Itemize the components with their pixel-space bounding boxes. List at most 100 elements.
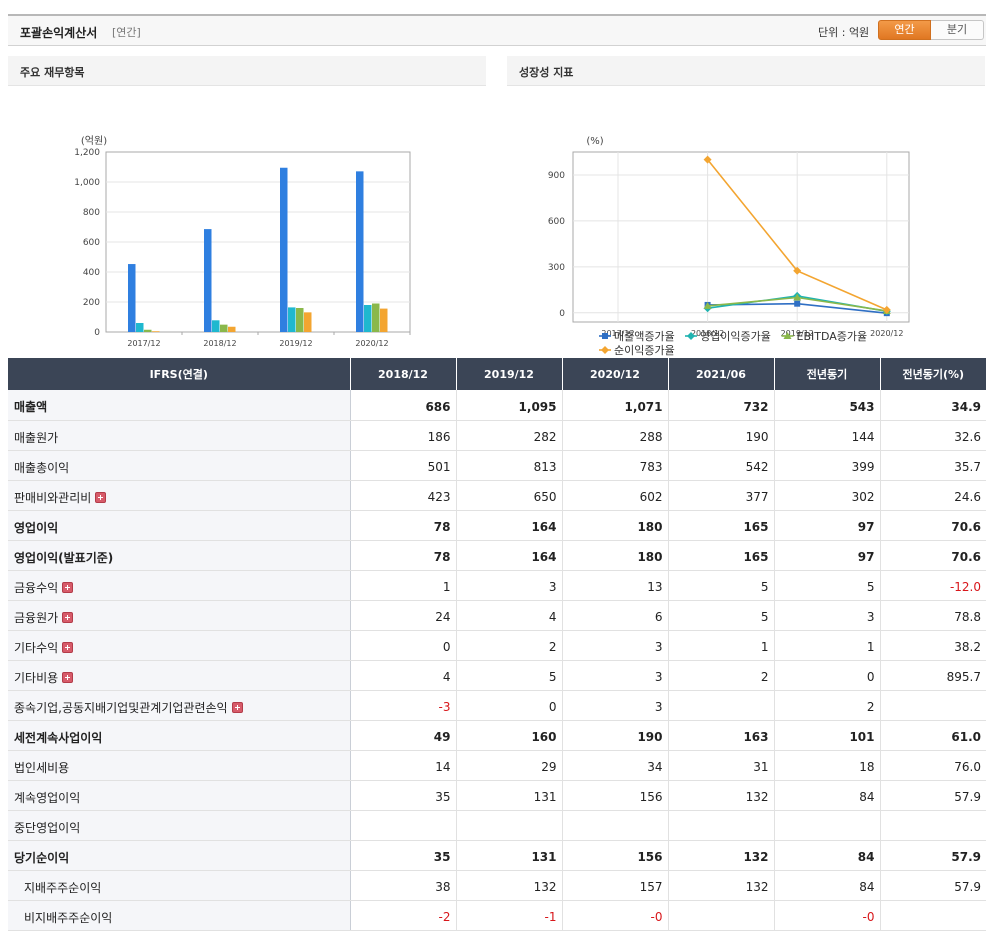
header-ifrs: IFRS(연결) [8, 358, 351, 390]
table-cell: 1,095 [456, 390, 563, 421]
quarterly-button[interactable]: 분기 [931, 20, 984, 40]
x-tick-label: 2018/12 [203, 339, 236, 348]
bar-2-0 [144, 329, 152, 332]
bar-3-3 [380, 308, 388, 332]
y-tick-label: 300 [548, 263, 565, 273]
table-cell: 144 [774, 420, 881, 451]
bar-2-2 [296, 308, 304, 332]
table-cell: 3 [562, 660, 669, 691]
table-cell: 1 [350, 570, 457, 601]
bar-2-1 [220, 324, 228, 332]
statement-title: 포괄손익계산서 [20, 26, 98, 40]
point-0-1 [794, 300, 801, 307]
table-cell: 61.0 [880, 719, 986, 751]
period-toggle: 연간 분기 [878, 20, 984, 40]
x-tick-label: 2020/12 [870, 329, 903, 338]
table-row: 종속기업,공동지배기업및관계기업관련손익 -3 0 3 2 [8, 690, 986, 721]
y-tick-label: 800 [83, 208, 100, 218]
table-cell: 131 [456, 780, 563, 811]
table-cell: 1 [774, 630, 881, 661]
table-cell: -3 [350, 690, 457, 721]
table-cell: 1 [668, 630, 775, 661]
header-2018[interactable]: 2018/12 [350, 358, 457, 390]
table-cell: 164 [456, 540, 563, 571]
table-cell: 132 [668, 870, 775, 901]
annual-button[interactable]: 연간 [878, 20, 931, 40]
y-tick-label: 0 [559, 309, 565, 319]
row-label: 판매비와관리비 [8, 480, 351, 511]
table-row: 영업이익(발표기준) 78 164 180 165 97 70.6 [8, 540, 986, 571]
table-cell: 0 [350, 630, 457, 661]
legend-marker [601, 346, 609, 354]
table-cell: 97 [774, 509, 881, 541]
y-axis-label: (%) [586, 136, 603, 147]
table-cell: 70.6 [880, 509, 986, 541]
row-label: 영업이익(발표기준) [8, 540, 351, 571]
row-label-text: 영업이익 [14, 520, 59, 535]
row-label-text: 매출원가 [14, 430, 59, 445]
y-tick-label: 0 [94, 328, 100, 338]
bar-0-2 [280, 167, 288, 332]
legend-label: 매출액증가율 [614, 330, 675, 343]
header-prev-period: 전년동기 [774, 358, 881, 390]
table-cell: 34.9 [880, 390, 986, 421]
table-cell: 4 [456, 600, 563, 631]
y-tick-label: 600 [83, 238, 100, 248]
table-cell [880, 690, 986, 721]
header-2021-06[interactable]: 2021/06 [668, 358, 775, 390]
table-cell: 57.9 [880, 839, 986, 871]
table-row: 지배주주순이익 38 132 157 132 84 57.9 [8, 870, 986, 901]
table-cell: 0 [456, 690, 563, 721]
growth-indicators-panel: 성장성 지표 0 300 600 900 2017/12 2018/12 2019/12 20… [507, 56, 985, 357]
legend-marker [602, 333, 608, 339]
expand-plus-icon[interactable] [62, 671, 74, 683]
table-cell: 3 [456, 570, 563, 601]
header-2019[interactable]: 2019/12 [456, 358, 563, 390]
row-label: 영업이익 [8, 509, 351, 541]
table-cell: 38.2 [880, 630, 986, 661]
table-cell: 543 [774, 390, 881, 421]
bar-0-0 [128, 264, 136, 332]
bar-1-1 [212, 320, 220, 332]
table-cell: 190 [562, 719, 669, 751]
table-cell: 2 [456, 630, 563, 661]
table-cell [350, 810, 457, 841]
table-cell: 24.6 [880, 480, 986, 511]
table-cell: 895.7 [880, 660, 986, 691]
legend-label: EBITDA증가율 [797, 330, 868, 343]
table-cell: 132 [456, 870, 563, 901]
row-label: 기타비용 [8, 660, 351, 691]
table-cell: 602 [562, 480, 669, 511]
row-label: 비지배주주순이익 [8, 900, 351, 931]
row-label: 법인세비용 [8, 750, 351, 781]
table-cell: 6 [562, 600, 669, 631]
growth-indicators-title: 성장성 지표 [507, 56, 985, 86]
table-cell: 78.8 [880, 600, 986, 631]
growth-indicators-chart: 03006009002017/12 2018/12 2019/12 2020/12(%… [548, 136, 910, 357]
row-label: 기타수익 [8, 630, 351, 661]
row-label-text: 기타수익 [14, 640, 59, 655]
plot-area [572, 151, 910, 323]
unit-label: 단위 : 억원 [818, 26, 870, 39]
table-cell: 31 [668, 750, 775, 781]
table-cell: -1 [456, 900, 563, 931]
bar-1-3 [364, 305, 372, 332]
expand-plus-icon[interactable] [95, 491, 107, 503]
row-label: 지배주주순이익 [8, 870, 351, 901]
table-cell: 18 [774, 750, 881, 781]
row-label: 금융원가 [8, 600, 351, 631]
x-tick-label: 2017/12 [127, 339, 160, 348]
expand-plus-icon[interactable] [62, 641, 74, 653]
expand-plus-icon[interactable] [231, 701, 243, 713]
table-cell: 13 [562, 570, 669, 601]
table-cell: 84 [774, 839, 881, 871]
table-row: 당기순이익 35 131 156 132 84 57.9 [8, 839, 986, 871]
table-cell: 131 [456, 839, 563, 871]
header-2020[interactable]: 2020/12 [562, 358, 669, 390]
bar-2-3 [372, 303, 380, 332]
expand-plus-icon[interactable] [62, 611, 74, 623]
table-cell: 165 [668, 540, 775, 571]
table-cell: -0 [562, 900, 669, 931]
expand-plus-icon[interactable] [62, 581, 74, 593]
table-cell: 3 [774, 600, 881, 631]
